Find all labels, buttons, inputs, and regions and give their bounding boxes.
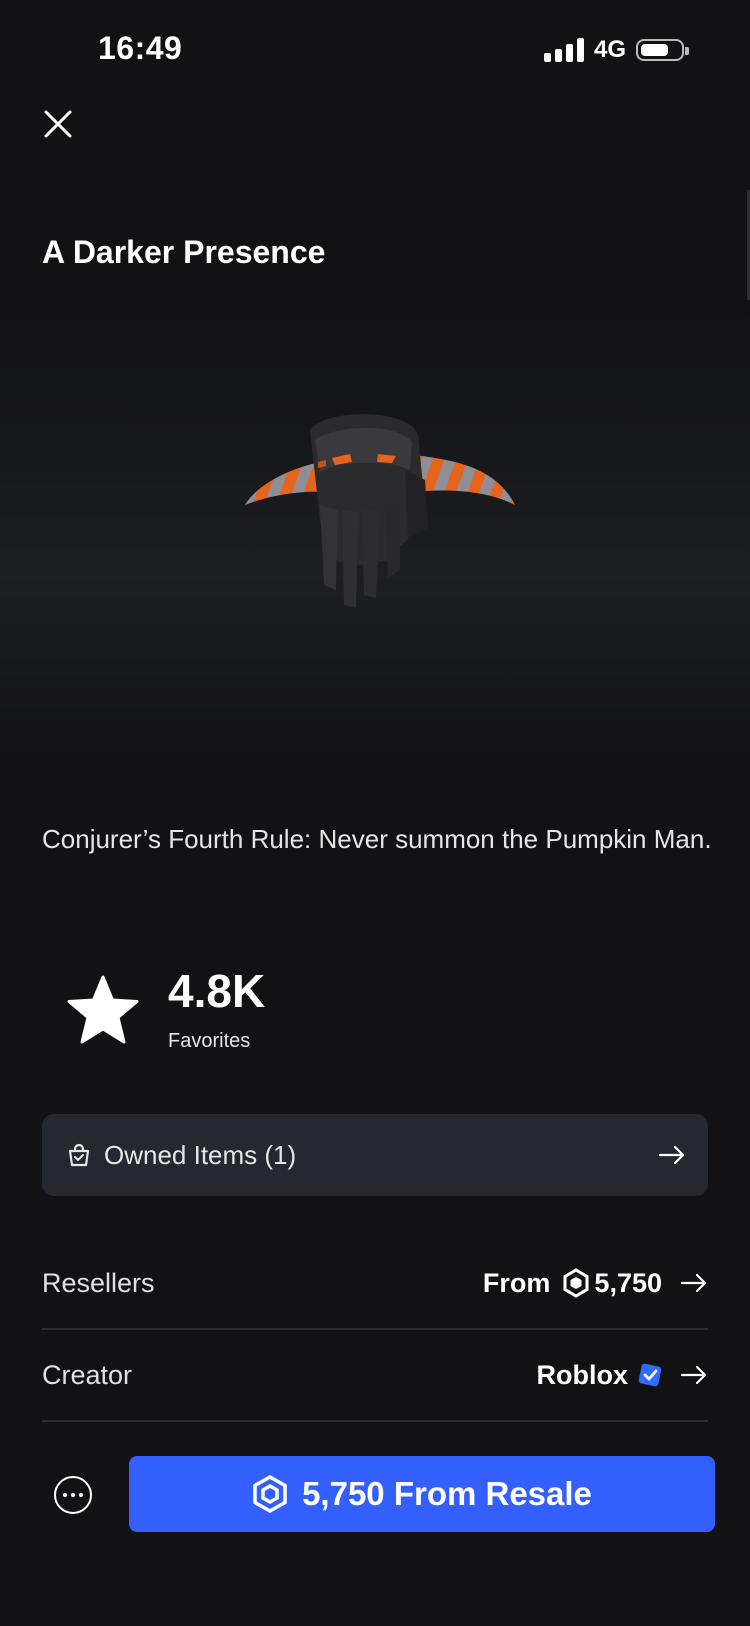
robux-icon bbox=[253, 1474, 287, 1514]
robux-icon bbox=[563, 1268, 589, 1298]
close-button[interactable] bbox=[38, 104, 78, 144]
network-label: 4G bbox=[593, 36, 626, 63]
status-indicators: 4G bbox=[543, 36, 689, 64]
creator-row[interactable]: Creator Roblox bbox=[42, 1330, 708, 1422]
arrow-right-icon bbox=[680, 1365, 707, 1385]
creator-name-group: Roblox bbox=[537, 1360, 709, 1391]
buy-from-resale-button[interactable]: 5,750 From Resale bbox=[129, 1456, 715, 1532]
shopping-bag-icon bbox=[68, 1143, 90, 1167]
creator-label: Creator bbox=[42, 1359, 133, 1390]
arrow-right-icon bbox=[658, 1145, 685, 1165]
resellers-from-label: From bbox=[482, 1267, 551, 1298]
resellers-row[interactable]: Resellers From 5,750 bbox=[42, 1238, 708, 1330]
resellers-price-group: From 5,750 bbox=[483, 1268, 708, 1299]
item-title: A Darker Presence bbox=[42, 234, 326, 270]
item-preview-image[interactable] bbox=[240, 410, 540, 630]
owned-items-button[interactable]: Owned Items (1) bbox=[42, 1114, 708, 1196]
creator-name: Roblox bbox=[536, 1359, 629, 1390]
more-dot bbox=[79, 1493, 83, 1497]
verified-badge-icon bbox=[638, 1363, 662, 1387]
arrow-right-icon bbox=[680, 1273, 707, 1293]
buy-button-label: 5,750 From Resale bbox=[302, 1475, 592, 1512]
status-time: 16:49 bbox=[98, 30, 183, 66]
favorites-count: 4.8K bbox=[168, 965, 266, 1017]
favorites-label: Favorites bbox=[168, 1030, 251, 1052]
status-bar: 16:49 4G bbox=[0, 0, 750, 100]
close-icon bbox=[44, 110, 72, 138]
item-description: Conjurer’s Fourth Rule: Never summon the… bbox=[42, 824, 712, 854]
owned-items-label: Owned Items (1) bbox=[104, 1139, 297, 1170]
battery-icon bbox=[636, 39, 689, 61]
resellers-label: Resellers bbox=[42, 1267, 155, 1298]
more-options-button[interactable] bbox=[54, 1476, 92, 1514]
star-icon[interactable] bbox=[66, 974, 140, 1046]
more-dot bbox=[63, 1493, 67, 1497]
more-dot bbox=[71, 1493, 75, 1497]
signal-icon bbox=[543, 38, 584, 62]
resellers-price: 5,750 bbox=[594, 1267, 662, 1298]
